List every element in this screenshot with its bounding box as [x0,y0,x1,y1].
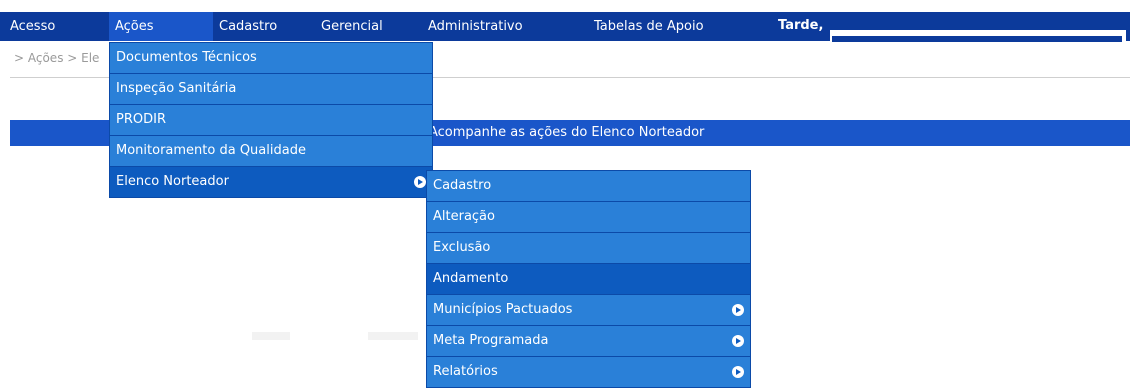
greeting-text: Tarde, [778,18,824,33]
nav-item-administrativo[interactable]: Administrativo [428,12,523,41]
menu-item-alteracao[interactable]: Alteração [427,202,750,233]
acoes-dropdown-menu: Documentos Técnicos Inspeção Sanitária P… [109,42,433,198]
nav-item-tabelas-de-apoio[interactable]: Tabelas de Apoio [594,12,704,41]
menu-item-cadastro[interactable]: Cadastro [427,171,750,202]
nav-item-acoes[interactable]: Ações [109,12,213,41]
redacted-username-shadow [832,36,1122,42]
submenu-arrow-icon [732,304,744,316]
menu-item-label: Inspeção Sanitária [116,81,237,96]
menu-item-label: Andamento [433,271,509,286]
submenu-arrow-icon [732,335,744,347]
menu-item-label: PRODIR [116,112,166,127]
menu-item-municipios-pactuados[interactable]: Municípios Pactuados [427,295,750,326]
breadcrumb: > Ações > Ele [14,51,100,65]
menu-item-label: Documentos Técnicos [116,50,257,65]
menu-item-label: Relatórios [433,364,498,379]
page-title: Acompanhe as ações do Elenco Norteador [429,125,705,140]
nav-item-gerencial[interactable]: Gerencial [321,12,383,41]
faded-background-text [252,332,290,340]
menu-item-label: Elenco Norteador [116,174,229,189]
menu-item-prodir[interactable]: PRODIR [110,105,432,136]
top-navigation-bar: Acesso Ações Cadastro Gerencial Administ… [0,12,1130,42]
menu-item-elenco-norteador[interactable]: Elenco Norteador [110,167,432,198]
menu-item-exclusao[interactable]: Exclusão [427,233,750,264]
menu-item-label: Meta Programada [433,333,549,348]
menu-item-documentos-tecnicos[interactable]: Documentos Técnicos [110,43,432,74]
menu-item-label: Cadastro [433,178,492,193]
nav-item-acesso[interactable]: Acesso [10,12,55,41]
menu-item-label: Exclusão [433,240,491,255]
submenu-arrow-icon [732,366,744,378]
menu-item-label: Municípios Pactuados [433,302,573,317]
menu-item-relatorios[interactable]: Relatórios [427,357,750,388]
faded-background-text [368,332,418,340]
menu-item-andamento[interactable]: Andamento [427,264,750,295]
menu-item-inspecao-sanitaria[interactable]: Inspeção Sanitária [110,74,432,105]
menu-item-meta-programada[interactable]: Meta Programada [427,326,750,357]
menu-item-label: Monitoramento da Qualidade [116,143,306,158]
nav-item-cadastro[interactable]: Cadastro [219,12,277,41]
submenu-arrow-icon [414,176,426,188]
menu-item-label: Alteração [433,209,495,224]
menu-item-monitoramento-da-qualidade[interactable]: Monitoramento da Qualidade [110,136,432,167]
elenco-norteador-submenu: Cadastro Alteração Exclusão Andamento Mu… [426,170,751,388]
